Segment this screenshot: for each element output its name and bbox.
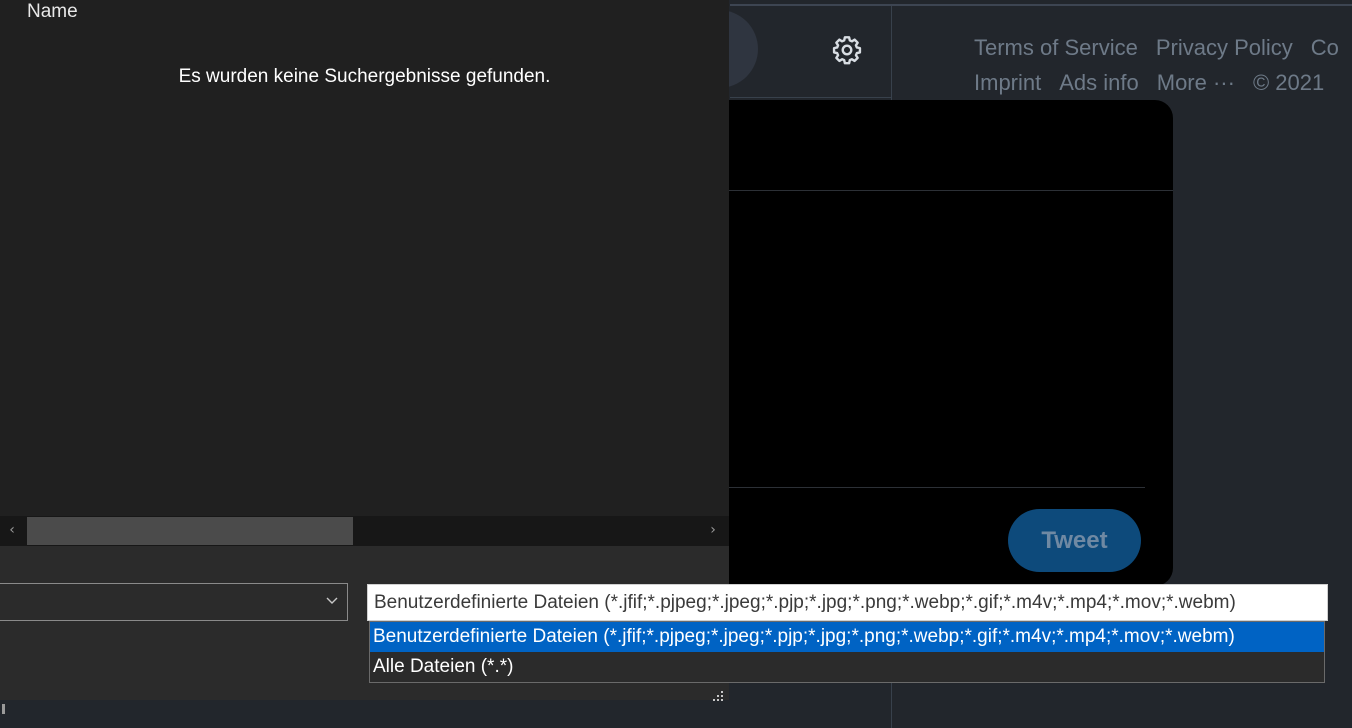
- scrollbar-thumb[interactable]: [27, 517, 353, 545]
- column-header-name[interactable]: Name: [27, 1, 78, 23]
- filename-input[interactable]: [0, 583, 348, 621]
- compose-footer-divider: [700, 487, 1145, 488]
- filter-option-custom[interactable]: Benutzerdefinierte Dateien (*.jfif;*.pjp…: [370, 622, 1324, 652]
- scroll-left-arrow[interactable]: ‹: [5, 522, 19, 538]
- compose-header-divider: [700, 190, 1173, 191]
- gear-icon: [832, 36, 862, 65]
- terms-link[interactable]: Terms of Service: [974, 35, 1138, 60]
- chevron-left-icon: ‹: [9, 522, 15, 538]
- edge-marker: [2, 704, 5, 714]
- settings-button[interactable]: [827, 30, 867, 70]
- filter-option-all[interactable]: Alle Dateien (*.*): [370, 652, 1324, 682]
- chevron-right-icon: ›: [710, 522, 716, 538]
- ads-info-link[interactable]: Ads info: [1059, 70, 1139, 95]
- empty-results-message: Es wurden keine Suchergebnisse gefunden.: [178, 66, 551, 87]
- compose-modal: Tweet: [700, 100, 1173, 586]
- file-type-select[interactable]: Benutzerdefinierte Dateien (*.jfif;*.pjp…: [367, 584, 1328, 621]
- footer-links: Terms of Service Privacy Policy Co Imprint…: [974, 30, 1352, 100]
- settings-divider: [730, 97, 892, 98]
- horizontal-scrollbar[interactable]: ‹ ›: [0, 516, 729, 546]
- resize-grip-icon[interactable]: [711, 687, 725, 701]
- more-link[interactable]: More ···: [1157, 70, 1235, 95]
- copyright-text: © 2021: [1252, 70, 1325, 95]
- scroll-right-arrow[interactable]: ›: [706, 522, 720, 538]
- footer-row-2: Imprint Ads info More ··· © 2021: [974, 65, 1352, 100]
- footer-row-1: Terms of Service Privacy Policy Co: [974, 30, 1352, 65]
- chevron-down-icon[interactable]: [325, 593, 339, 607]
- privacy-link[interactable]: Privacy Policy: [1156, 35, 1293, 60]
- cookie-link[interactable]: Co: [1311, 35, 1339, 60]
- imprint-link[interactable]: Imprint: [974, 70, 1041, 95]
- top-divider: [730, 4, 1352, 6]
- file-list[interactable]: Name Es wurden keine Suchergebnisse gefu…: [0, 0, 729, 516]
- tweet-button[interactable]: Tweet: [1008, 509, 1141, 572]
- file-type-options: Benutzerdefinierte Dateien (*.jfif;*.pjp…: [369, 621, 1325, 683]
